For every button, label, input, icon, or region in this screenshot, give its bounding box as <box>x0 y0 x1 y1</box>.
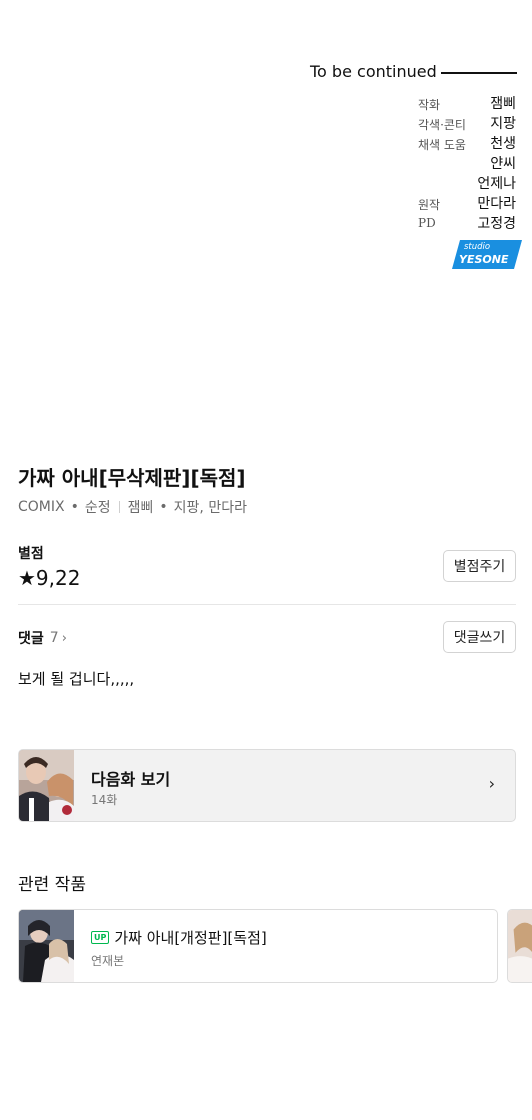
write-comment-button[interactable]: 댓글쓰기 <box>443 621 516 653</box>
svg-text:studio: studio <box>464 242 490 252</box>
related-work-thumbnail <box>19 910 74 982</box>
credit-row: 채색 도움 천생 <box>412 133 522 153</box>
work-authors[interactable]: 지팡, 만다라 <box>174 497 247 517</box>
rating-value: ★9,22 <box>18 566 81 590</box>
section-divider <box>18 604 516 605</box>
up-badge: UP <box>91 931 110 944</box>
credit-name: 만다라 <box>477 196 516 212</box>
svg-text:YESONE: YESONE <box>459 253 509 266</box>
next-episode-title: 다음화 보기 <box>91 770 171 789</box>
work-title: 가짜 아내[무삭제판][독점] <box>18 466 246 490</box>
credit-row: PD 고정경 <box>412 213 522 233</box>
comments-count: 7 <box>49 630 59 646</box>
credits-list: 작화 잼삐 각색·콘티 지팡 채색 도움 천생 얀씨 언제나 원작 만다라 PD… <box>412 93 522 233</box>
credit-row: 원작 만다라 <box>412 193 522 213</box>
work-category: COMIX <box>18 499 65 515</box>
credit-name: 지팡 <box>490 116 516 132</box>
continued-divider-line <box>441 72 517 74</box>
next-episode-thumbnail <box>19 750 74 821</box>
credit-name: 천생 <box>490 136 516 152</box>
credit-role: 채색 도움 <box>418 138 466 152</box>
related-work-card-partial[interactable] <box>507 909 532 983</box>
next-episode-card[interactable]: 다음화 보기 14화 › <box>18 749 516 822</box>
comments-label: 댓글 <box>18 631 44 647</box>
credit-row: 얀씨 <box>412 153 522 173</box>
work-author-main[interactable]: 잼삐 <box>128 497 154 517</box>
credit-name: 언제나 <box>477 176 516 192</box>
work-genre: 순정 <box>84 500 111 516</box>
related-work-title: 가짜 아내[개정판][독점] <box>114 929 267 947</box>
comments-link[interactable]: 댓글 7 › <box>18 628 67 648</box>
credit-name: 고정경 <box>477 216 516 232</box>
rate-button[interactable]: 별점주기 <box>443 550 516 582</box>
next-episode-number: 14화 <box>91 793 118 807</box>
studio-yesone-logo: studio YESONE <box>452 240 522 269</box>
to-be-continued-text: To be continued <box>310 62 437 81</box>
related-works-heading: 관련 작품 <box>18 875 86 895</box>
credit-role: 각색·콘티 <box>418 118 466 132</box>
credit-role: 원작 <box>418 198 441 212</box>
credit-role: PD <box>418 216 436 230</box>
chevron-right-icon: › <box>488 774 495 793</box>
related-work-status: 연재본 <box>91 954 125 968</box>
rating-label: 별점 <box>18 546 44 562</box>
meta-separator <box>118 501 120 513</box>
related-work-card[interactable]: UP 가짜 아내[개정판][독점] 연재본 <box>18 909 498 983</box>
chevron-right-icon: › <box>61 630 67 646</box>
credit-row: 작화 잼삐 <box>412 93 522 113</box>
meta-dot: • <box>159 499 168 515</box>
credit-row: 각색·콘티 지팡 <box>412 113 522 133</box>
credit-name: 얀씨 <box>490 156 516 172</box>
related-work-title-row: UP 가짜 아내[개정판][독점] <box>91 927 267 948</box>
top-comment-text: 보게 될 겁니다,,,,, <box>18 670 135 688</box>
work-meta: COMIX • 순정 잼삐 • 지팡, 만다라 <box>18 497 247 517</box>
credit-role: 작화 <box>418 98 441 112</box>
credit-name: 잼삐 <box>490 96 516 112</box>
credit-row: 언제나 <box>412 173 522 193</box>
meta-dot: • <box>70 499 79 515</box>
